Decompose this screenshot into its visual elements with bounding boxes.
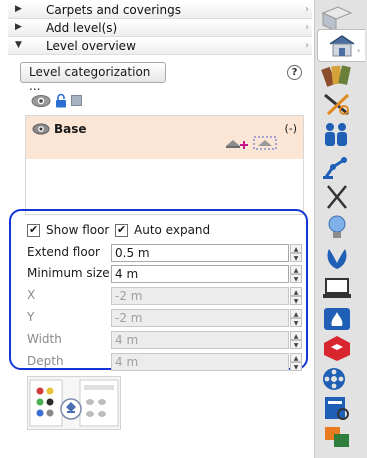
expand-triangle-icon: ▼	[15, 40, 22, 50]
check-mark-icon: ✔	[117, 223, 127, 236]
y-label: Y	[27, 310, 35, 324]
sketchup-icon[interactable]	[320, 334, 354, 362]
x-label: X	[27, 288, 36, 302]
extend-floor-stepper[interactable]: ▲ ▼	[290, 244, 302, 262]
level-name: Base	[54, 122, 87, 136]
show-floor-checkbox[interactable]: ✔	[27, 223, 40, 237]
level-categorization-button[interactable]: Level categorization ...	[20, 62, 166, 93]
depth-field[interactable]: 4 m	[111, 353, 289, 371]
floor-icon[interactable]	[320, 3, 354, 31]
tools-icon[interactable]	[320, 90, 354, 118]
extend-floor-field[interactable]: 0.5 m	[111, 244, 289, 262]
lock-icon[interactable]	[55, 93, 67, 108]
preview-image	[29, 379, 119, 427]
show-floor-label: Show floor	[46, 223, 110, 237]
x-stepper[interactable]: ▲ ▼	[290, 287, 302, 305]
section-level-overview[interactable]: ▼ Level overview ›	[8, 38, 312, 55]
auto-expand-label: Auto expand	[134, 223, 211, 237]
chevron-right-icon: ›	[305, 22, 309, 33]
fireplace-icon[interactable]	[320, 304, 354, 332]
auto-expand-checkbox[interactable]: ✔	[115, 223, 128, 237]
visibility-eye-icon[interactable]	[32, 123, 50, 135]
width-label: Width	[27, 332, 62, 346]
chevron-right-icon: ›	[305, 40, 309, 51]
chevron-right-icon: ›	[305, 4, 309, 15]
house-icon	[329, 35, 355, 57]
level-outline-icon[interactable]	[253, 136, 277, 150]
catalog-icon[interactable]	[320, 394, 354, 422]
section-label: Level overview	[46, 39, 136, 53]
level-list: Base (-)	[25, 115, 304, 215]
section-label: Add level(s)	[46, 21, 118, 35]
film-icon[interactable]	[320, 365, 354, 393]
minimum-size-stepper[interactable]: ▲ ▼	[290, 265, 302, 283]
depth-label: Depth	[27, 354, 64, 368]
floor-preview-thumbnail[interactable]	[27, 376, 121, 430]
level-row-base[interactable]: Base (-)	[26, 116, 303, 159]
section-carpets-and-coverings[interactable]: ▶ Carpets and coverings ›	[8, 2, 312, 19]
tools-sidebar: ›	[314, 0, 367, 458]
extend-floor-label: Extend floor	[27, 245, 100, 259]
collapse-triangle-icon: ▶	[15, 4, 22, 14]
visibility-eye-icon[interactable]	[31, 94, 51, 108]
plant-icon[interactable]	[320, 243, 354, 271]
section-add-levels[interactable]: ▶ Add level(s) ›	[8, 20, 312, 37]
section-label: Carpets and coverings	[46, 3, 181, 17]
square-icon[interactable]	[71, 95, 82, 106]
utensils-icon[interactable]	[320, 183, 354, 211]
help-button[interactable]: ?	[287, 65, 302, 80]
materials-icon[interactable]	[320, 62, 354, 90]
x-field[interactable]: -2 m	[111, 287, 289, 305]
shapes-icon[interactable]	[320, 423, 354, 451]
width-field[interactable]: 4 m	[111, 331, 289, 349]
y-field[interactable]: -2 m	[111, 309, 289, 327]
laptop-icon[interactable]	[320, 274, 354, 302]
width-stepper[interactable]: ▲ ▼	[290, 331, 302, 349]
people-icon[interactable]	[320, 120, 354, 148]
minimum-size-label: Minimum size	[27, 266, 110, 280]
y-stepper[interactable]: ▲ ▼	[290, 309, 302, 327]
check-mark-icon: ✔	[29, 223, 39, 236]
add-level-icon[interactable]	[225, 137, 249, 151]
robot-arm-icon[interactable]	[320, 152, 354, 180]
depth-stepper[interactable]: ▲ ▼	[290, 353, 302, 371]
minimum-size-field[interactable]: 4 m	[111, 265, 289, 283]
collapse-triangle-icon: ▶	[15, 22, 22, 32]
lightbulb-icon[interactable]	[320, 213, 354, 241]
chevron-right-icon: ›	[357, 46, 361, 55]
level-collapse-toggle[interactable]: (-)	[284, 122, 297, 135]
